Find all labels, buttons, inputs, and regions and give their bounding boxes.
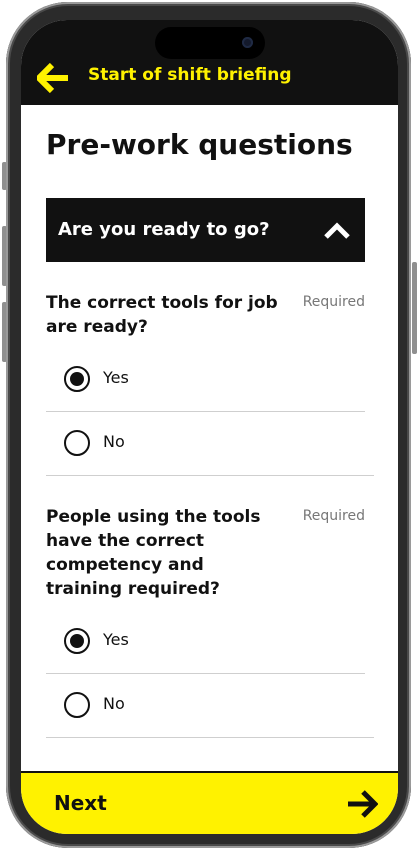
dynamic-island	[155, 27, 265, 59]
chevron-up-icon[interactable]	[323, 220, 351, 240]
phone-frame: Start of shift briefing Pre-work questio…	[0, 0, 419, 852]
power-button	[412, 262, 417, 354]
radio-button-selected[interactable]	[64, 366, 90, 392]
divider	[46, 475, 374, 476]
section-accordion-header[interactable]: Are you ready to go?	[46, 198, 365, 262]
question-text: The correct tools for job are ready?	[46, 293, 278, 337]
section-label: Are you ready to go?	[58, 219, 270, 240]
camera-icon	[242, 37, 253, 48]
radio-option-yes[interactable]: Yes	[46, 609, 365, 673]
page-title: Pre-work questions	[46, 128, 353, 161]
next-label: Next	[54, 791, 107, 815]
radio-label: Yes	[103, 368, 129, 387]
radio-label: No	[103, 432, 125, 451]
radio-option-no[interactable]: No	[46, 673, 365, 737]
required-label: Required	[302, 294, 365, 310]
radio-option-yes[interactable]: Yes	[46, 347, 365, 411]
arrow-right-icon[interactable]	[346, 790, 378, 818]
radio-label: Yes	[103, 630, 129, 649]
radio-option-no[interactable]: No	[46, 411, 365, 475]
radio-button-unselected[interactable]	[64, 430, 90, 456]
required-label: Required	[302, 508, 365, 524]
arrow-left-icon[interactable]	[37, 63, 69, 93]
header-title: Start of shift briefing	[88, 65, 292, 85]
question-text: People using the tools have the correct …	[46, 507, 261, 599]
screen: Start of shift briefing Pre-work questio…	[21, 20, 398, 834]
next-button[interactable]: Next	[21, 771, 398, 834]
radio-button-unselected[interactable]	[64, 692, 90, 718]
radio-button-selected[interactable]	[64, 628, 90, 654]
divider	[46, 737, 374, 738]
radio-label: No	[103, 694, 125, 713]
